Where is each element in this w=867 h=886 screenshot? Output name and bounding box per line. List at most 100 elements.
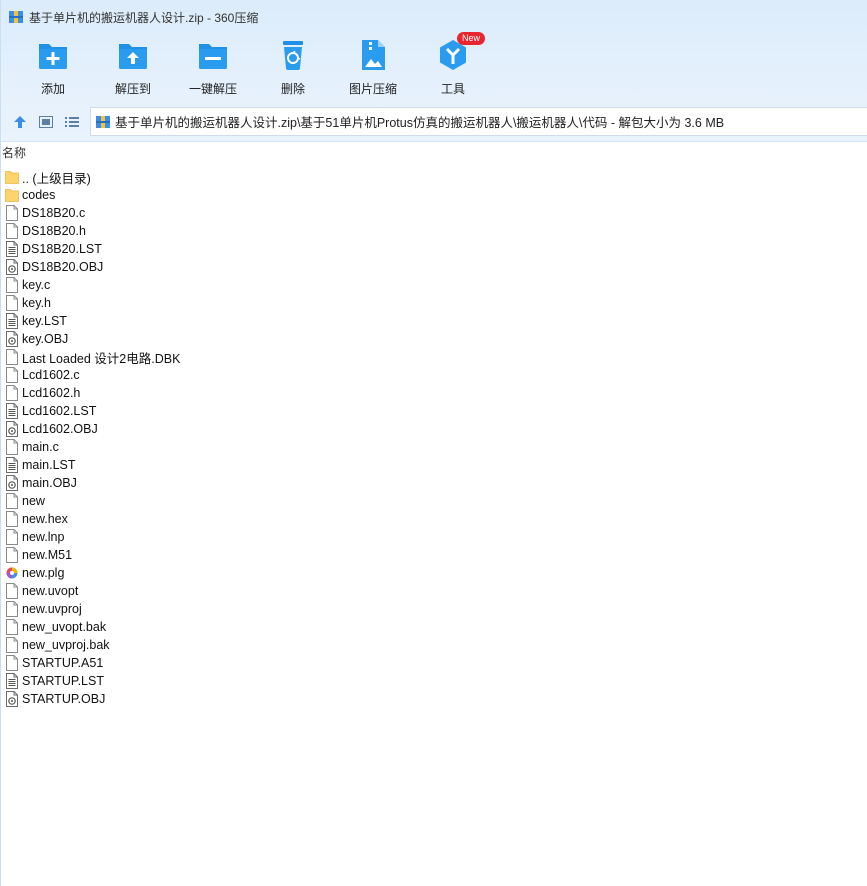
file-name: main.OBJ (22, 476, 77, 490)
thumbnail-view-button[interactable] (33, 109, 59, 135)
list-item[interactable]: STARTUP.LST (1, 672, 867, 690)
list-item[interactable]: main.c (1, 438, 867, 456)
file-icon (6, 277, 18, 293)
delete-label: 删除 (280, 82, 305, 96)
list-item[interactable]: key.c (1, 276, 867, 294)
file-icon (6, 295, 18, 311)
file-icon (6, 439, 18, 455)
list-item[interactable]: key.LST (1, 312, 867, 330)
file-name: Lcd1602.h (22, 386, 81, 400)
file-icon (6, 619, 18, 635)
list-item[interactable]: main.LST (1, 456, 867, 474)
file-icon (6, 529, 18, 545)
file-icon (6, 655, 18, 671)
list-item[interactable]: DS18B20.c (1, 204, 867, 222)
object-file-icon (6, 475, 18, 491)
object-file-icon (6, 331, 18, 347)
list-item[interactable]: Lcd1602.c (1, 366, 867, 384)
file-rows: .. (上级目录) codes DS18B20.c DS18B20.h DS18B20.… (1, 165, 867, 708)
one-click-extract-label: 一键解压 (188, 82, 237, 96)
image-compress-button[interactable]: 图片压缩 (333, 38, 413, 100)
list-item[interactable]: DS18B20.LST (1, 240, 867, 258)
archive-window: 基于单片机的搬运机器人设计.zip - 360压缩 添加 解压到 一键解压 删除… (0, 0, 867, 886)
object-file-icon (6, 691, 18, 707)
list-item[interactable]: Lcd1602.OBJ (1, 420, 867, 438)
extract-to-button[interactable]: 解压到 (93, 38, 173, 100)
list-item[interactable]: STARTUP.OBJ (1, 690, 867, 708)
file-icon (6, 349, 18, 365)
file-name: DS18B20.OBJ (22, 260, 104, 274)
delete-button[interactable]: 删除 (253, 38, 333, 100)
tools-label: 工具 (440, 82, 465, 96)
file-icon (6, 583, 18, 599)
new-badge: New (457, 32, 486, 45)
add-button-label: 添加 (40, 82, 65, 96)
list-item[interactable]: DS18B20.OBJ (1, 258, 867, 276)
file-name: codes (22, 188, 56, 202)
address-path: 基于单片机的搬运机器人设计.zip\基于51单片机Protus仿真的搬运机器人\… (115, 116, 725, 130)
up-button[interactable] (7, 109, 33, 135)
file-name: STARTUP.A51 (22, 656, 104, 670)
file-name: key.OBJ (22, 332, 69, 346)
file-name: Lcd1602.OBJ (22, 422, 98, 436)
delete-icon (283, 41, 303, 70)
column-header-name[interactable]: 名称 (1, 142, 867, 165)
list-item[interactable]: codes (1, 186, 867, 204)
file-icon (6, 601, 18, 617)
text-file-icon (6, 403, 18, 419)
list-item[interactable]: Lcd1602.LST (1, 402, 867, 420)
address-bar: 基于单片机的搬运机器人设计.zip\基于51单片机Protus仿真的搬运机器人\… (1, 107, 867, 136)
list-item[interactable]: new.uvproj (1, 600, 867, 618)
list-item[interactable]: new (1, 492, 867, 510)
folder-icon (5, 171, 19, 184)
list-item[interactable]: new.hex (1, 510, 867, 528)
file-name: new.plg (22, 566, 65, 580)
file-icon (6, 367, 18, 383)
text-file-icon (6, 241, 18, 257)
list-view-icon (65, 116, 79, 127)
folder-icon (5, 189, 19, 202)
one-click-extract-button[interactable]: 一键解压 (173, 38, 253, 100)
tools-button[interactable]: New 工具 (413, 32, 493, 100)
toolbar: 添加 解压到 一键解压 删除 图片压缩 New 工具 (1, 32, 867, 100)
list-item[interactable]: new.plg (1, 564, 867, 582)
file-name: key.c (22, 278, 51, 292)
list-item[interactable]: main.OBJ (1, 474, 867, 492)
archive-logo-icon (9, 11, 23, 23)
file-name: DS18B20.h (22, 224, 86, 238)
list-item[interactable]: key.OBJ (1, 330, 867, 348)
file-name: key.LST (22, 314, 67, 328)
list-item[interactable]: STARTUP.A51 (1, 654, 867, 672)
list-item[interactable]: Last Loaded 设计2电路.DBK (1, 348, 867, 366)
list-view-button[interactable] (59, 109, 85, 135)
list-item[interactable]: key.h (1, 294, 867, 312)
file-name: new.hex (22, 512, 68, 526)
extract-to-label: 解压到 (114, 82, 151, 96)
archive-icon (96, 115, 110, 128)
add-button[interactable]: 添加 (13, 38, 93, 100)
file-icon (6, 385, 18, 401)
file-name: new_uvproj.bak (22, 638, 110, 652)
list-item[interactable]: new_uvproj.bak (1, 636, 867, 654)
list-item[interactable]: new.uvopt (1, 582, 867, 600)
file-icon (6, 205, 18, 221)
list-item[interactable]: DS18B20.h (1, 222, 867, 240)
file-name: STARTUP.OBJ (22, 692, 106, 706)
file-icon (6, 223, 18, 239)
list-item[interactable]: new.lnp (1, 528, 867, 546)
address-field[interactable]: 基于单片机的搬运机器人设计.zip\基于51单片机Protus仿真的搬运机器人\… (90, 107, 867, 136)
arrow-up-icon (14, 115, 26, 128)
image-compress-label: 图片压缩 (348, 82, 397, 96)
list-item[interactable]: Lcd1602.h (1, 384, 867, 402)
list-item[interactable]: new.M51 (1, 546, 867, 564)
one-click-extract-icon (199, 44, 227, 69)
text-file-icon (6, 313, 18, 329)
text-file-icon (6, 673, 18, 689)
file-name: Lcd1602.LST (22, 404, 97, 418)
title-bar: 基于单片机的搬运机器人设计.zip - 360压缩 (1, 0, 867, 34)
list-item[interactable]: .. (上级目录) (1, 168, 867, 186)
file-name: main.c (22, 440, 59, 454)
file-name: Last Loaded 设计2电路.DBK (22, 351, 181, 366)
list-item[interactable]: new_uvopt.bak (1, 618, 867, 636)
file-name: .. (上级目录) (22, 171, 91, 186)
